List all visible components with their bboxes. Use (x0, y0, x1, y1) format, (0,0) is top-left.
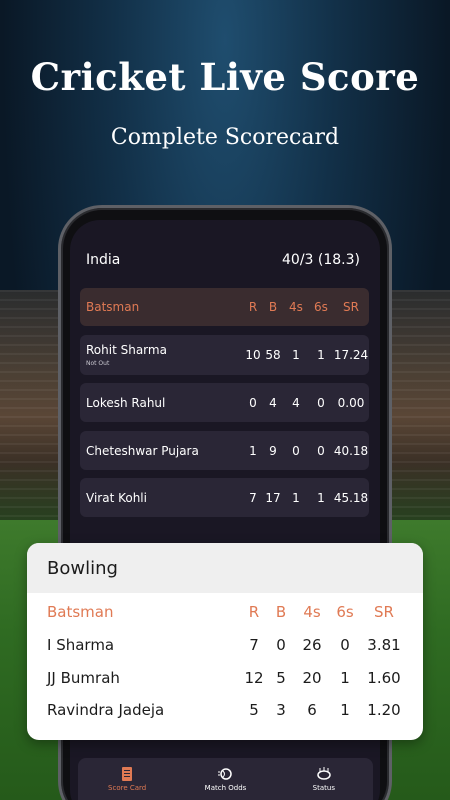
bowler-6s: 1 (340, 701, 350, 719)
batsman-row[interactable]: Cheteshwar Pujara 1 9 0 0 40.18 (80, 431, 369, 470)
nav-match-odds[interactable]: Match Odds (185, 766, 265, 792)
bowler-b: 0 (276, 636, 286, 654)
bowling-header-r: R (248, 603, 260, 621)
header-r: R (248, 300, 258, 314)
batsman-fours: 0 (292, 443, 300, 458)
bowling-row[interactable]: I Sharma 7 0 26 0 3.81 (27, 630, 423, 660)
batsman-name: Cheteshwar Pujara (86, 443, 199, 458)
batsman-name: Rohit Sharma (86, 343, 167, 357)
batsman-strike-rate: 0.00 (337, 395, 365, 410)
batsman-fours: 1 (292, 490, 300, 505)
batsman-strike-rate: 45.18 (333, 490, 369, 505)
nav-label: Score Card (108, 784, 147, 792)
hero-subtitle: Complete Scorecard (110, 125, 340, 150)
bowler-b: 5 (276, 669, 286, 687)
bowling-row[interactable]: JJ Bumrah 12 5 20 1 1.60 (27, 663, 423, 693)
ball-icon (218, 768, 233, 780)
bowler-4s: 20 (302, 669, 322, 687)
bowling-card: Bowling Batsman R B 4s 6s SR I Sharma 7 … (27, 543, 423, 740)
batsman-sixes: 0 (317, 443, 325, 458)
nav-label: Status (312, 784, 335, 792)
batsman-balls: 9 (269, 443, 277, 458)
batsman-row[interactable]: Lokesh Rahul 0 4 4 0 0.00 (80, 383, 369, 422)
header-sr: SR (343, 300, 359, 314)
batsman-fours: 1 (292, 348, 300, 362)
bowling-row[interactable]: Ravindra Jadeja 5 3 6 1 1.20 (27, 695, 423, 725)
team-score: 40/3 (18.3) (282, 252, 360, 268)
bowling-header: Batsman R B 4s 6s SR (27, 597, 423, 627)
header-4s: 4s (289, 300, 303, 314)
batsman-runs: 0 (249, 395, 257, 410)
team-score-row: India 40/3 (18.3) (86, 252, 360, 268)
bowler-4s: 6 (307, 701, 317, 719)
bowling-header-b: B (275, 603, 287, 621)
batsman-status: Not Out (86, 360, 110, 367)
bowler-r: 12 (244, 669, 264, 687)
batsman-runs: 1 (249, 443, 257, 458)
batsman-balls: 4 (269, 395, 277, 410)
bowler-name: I Sharma (47, 636, 115, 654)
bowling-header-4s: 4s (303, 603, 321, 621)
nav-label: Match Odds (204, 784, 247, 792)
header-6s: 6s (314, 300, 328, 314)
batsman-name: Virat Kohli (86, 490, 147, 505)
batsman-name: Lokesh Rahul (86, 395, 166, 410)
bowling-header-sr: SR (374, 603, 394, 621)
scorecard-icon (122, 767, 133, 781)
batsman-balls: 17 (265, 490, 281, 505)
bottom-navigation: Score Card Match Odds Status (78, 758, 373, 800)
nav-status[interactable]: Status (284, 766, 364, 792)
batsman-row[interactable]: Virat Kohli 7 17 1 1 45.18 (80, 478, 369, 517)
stadium-icon (317, 767, 331, 780)
batsman-row[interactable]: Rohit Sharma Not Out 10 58 1 1 17.24 (80, 335, 369, 375)
bowler-sr: 1.20 (367, 701, 401, 719)
hero-title: Cricket Live Score (30, 55, 420, 99)
batsman-runs: 7 (249, 490, 257, 505)
bowling-title: Bowling (27, 543, 423, 593)
bowler-sr: 1.60 (367, 669, 401, 687)
batsman-strike-rate: 40.18 (333, 443, 369, 458)
bowler-b: 3 (276, 701, 286, 719)
bowler-4s: 26 (302, 636, 322, 654)
bowling-header-label: Batsman (47, 603, 114, 621)
bowler-6s: 0 (340, 636, 350, 654)
team-name: India (86, 252, 121, 268)
bowler-6s: 1 (340, 669, 350, 687)
batsman-fours: 4 (292, 395, 300, 410)
batsman-sixes: 1 (317, 490, 325, 505)
batsman-strike-rate: 17.24 (333, 348, 369, 362)
nav-score-card[interactable]: Score Card (87, 766, 167, 792)
bowler-r: 7 (249, 636, 259, 654)
batsman-sixes: 1 (317, 348, 325, 362)
header-b: B (268, 300, 278, 314)
bowling-header-6s: 6s (336, 603, 354, 621)
bowler-sr: 3.81 (367, 636, 401, 654)
bowler-name: Ravindra Jadeja (47, 701, 165, 719)
bowler-name: JJ Bumrah (47, 669, 120, 687)
bowler-r: 5 (249, 701, 259, 719)
batsman-balls: 58 (265, 348, 281, 362)
batsman-runs: 10 (245, 348, 261, 362)
batting-header: Batsman R B 4s 6s SR (80, 288, 369, 326)
batsman-sixes: 0 (317, 395, 325, 410)
batsman-header-label: Batsman (86, 300, 140, 314)
